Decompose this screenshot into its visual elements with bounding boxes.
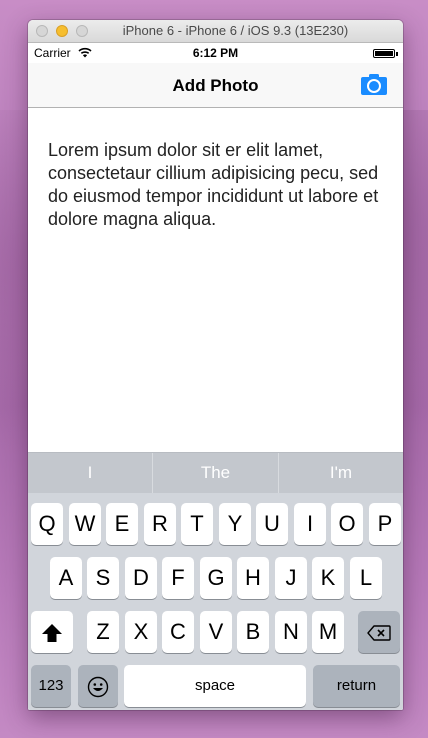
key-u[interactable]: U bbox=[256, 503, 288, 545]
emoji-key[interactable] bbox=[78, 665, 118, 707]
key-a[interactable]: A bbox=[50, 557, 82, 599]
key-l[interactable]: L bbox=[350, 557, 382, 599]
key-v[interactable]: V bbox=[200, 611, 232, 653]
camera-icon bbox=[361, 74, 387, 95]
key-i[interactable]: I bbox=[294, 503, 326, 545]
body-text-view[interactable]: Lorem ipsum dolor sit er elit lamet, con… bbox=[48, 139, 388, 231]
simulator-window: iPhone 6 - iPhone 6 / iOS 9.3 (13E230) C… bbox=[28, 20, 403, 710]
key-o[interactable]: O bbox=[331, 503, 363, 545]
key-b[interactable]: B bbox=[237, 611, 269, 653]
shift-icon bbox=[42, 624, 62, 643]
device-screen: Carrier 6:12 PM Add Photo Lorem ipsum do… bbox=[28, 43, 403, 710]
key-x[interactable]: X bbox=[125, 611, 157, 653]
key-s[interactable]: S bbox=[87, 557, 119, 599]
zoom-window-button[interactable] bbox=[76, 25, 88, 37]
emoji-icon bbox=[87, 676, 109, 698]
suggestion-bar: I The I'm bbox=[28, 452, 403, 493]
suggestion-1[interactable]: I bbox=[28, 453, 152, 493]
return-key[interactable]: return bbox=[313, 665, 400, 707]
numbers-key[interactable]: 123 bbox=[31, 665, 71, 707]
backspace-icon bbox=[367, 625, 391, 641]
status-time: 6:12 PM bbox=[192, 46, 239, 60]
suggestion-2[interactable]: The bbox=[153, 453, 278, 493]
key-y[interactable]: Y bbox=[219, 503, 251, 545]
key-p[interactable]: P bbox=[369, 503, 401, 545]
key-t[interactable]: T bbox=[181, 503, 213, 545]
key-d[interactable]: D bbox=[125, 557, 157, 599]
key-r[interactable]: R bbox=[144, 503, 176, 545]
battery-icon bbox=[373, 49, 395, 58]
backspace-key[interactable] bbox=[358, 611, 400, 653]
key-f[interactable]: F bbox=[162, 557, 194, 599]
suggestion-3[interactable]: I'm bbox=[279, 453, 403, 493]
space-key[interactable]: space bbox=[124, 665, 306, 707]
status-bar: Carrier 6:12 PM bbox=[28, 43, 403, 63]
key-z[interactable]: Z bbox=[87, 611, 119, 653]
minimize-window-button[interactable] bbox=[56, 25, 68, 37]
close-window-button[interactable] bbox=[36, 25, 48, 37]
key-k[interactable]: K bbox=[312, 557, 344, 599]
key-e[interactable]: E bbox=[106, 503, 138, 545]
key-j[interactable]: J bbox=[275, 557, 307, 599]
key-h[interactable]: H bbox=[237, 557, 269, 599]
battery-tip bbox=[396, 52, 398, 56]
keyboard: I The I'm Q W E R T Y U I O P A S D F G … bbox=[28, 452, 403, 710]
shift-key[interactable] bbox=[31, 611, 73, 653]
camera-button[interactable] bbox=[361, 73, 387, 95]
window-title: iPhone 6 - iPhone 6 / iOS 9.3 (13E230) bbox=[122, 23, 349, 38]
window-titlebar: iPhone 6 - iPhone 6 / iOS 9.3 (13E230) bbox=[28, 20, 403, 43]
key-g[interactable]: G bbox=[200, 557, 232, 599]
page-title: Add Photo bbox=[172, 76, 259, 95]
navigation-bar: Add Photo bbox=[28, 63, 403, 108]
key-m[interactable]: M bbox=[312, 611, 344, 653]
key-q[interactable]: Q bbox=[31, 503, 63, 545]
key-w[interactable]: W bbox=[69, 503, 101, 545]
key-n[interactable]: N bbox=[275, 611, 307, 653]
key-c[interactable]: C bbox=[162, 611, 194, 653]
